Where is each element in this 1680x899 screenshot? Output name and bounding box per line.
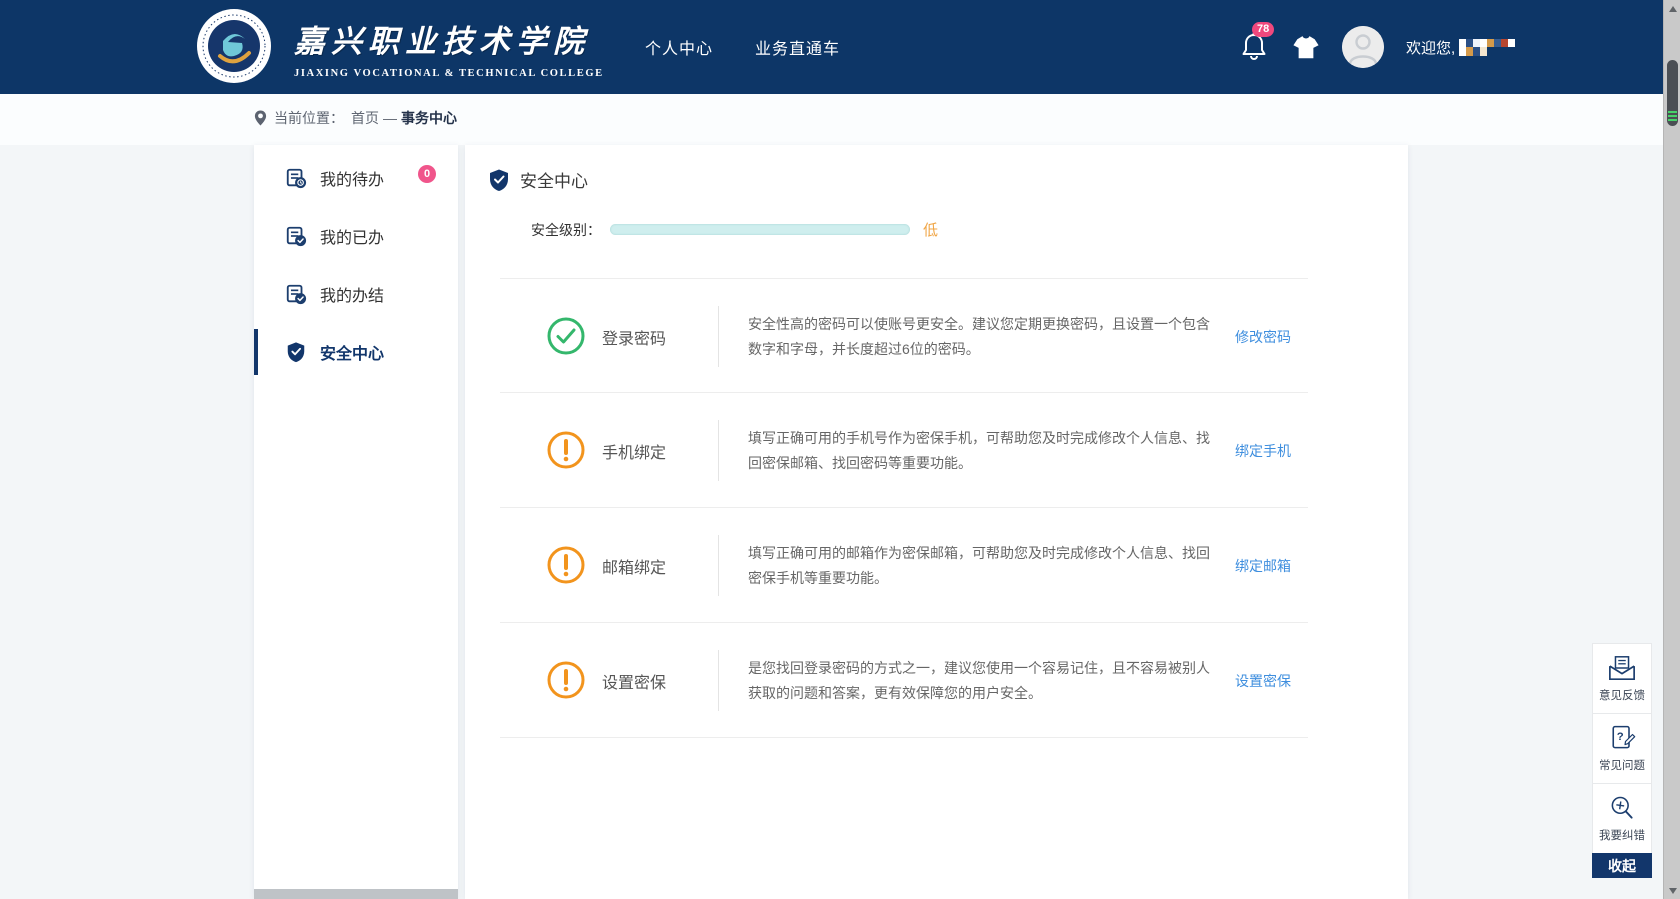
notifications-button[interactable]: 78 [1240, 31, 1270, 63]
faq-button[interactable]: ? 常见问题 [1592, 713, 1652, 783]
success-check-circle-icon [546, 316, 586, 356]
primary-nav: 个人中心 业务直通车 [645, 0, 840, 94]
feedback-envelope-icon [1607, 654, 1637, 682]
tshirt-icon[interactable] [1292, 34, 1320, 60]
scrollbar-thumb[interactable] [1667, 60, 1678, 126]
collapse-toolbar-button[interactable]: 收起 [1592, 853, 1652, 878]
row-divider [718, 535, 719, 596]
college-name-zh: 嘉兴职业技术学院 [294, 16, 604, 61]
top-navbar: 嘉兴职业技术学院 JIAXING VOCATIONAL & TECHNICAL … [0, 0, 1680, 94]
security-row-login-password: 登录密码 安全性高的密码可以使账号更安全。建议您定期更换密码，且设置一个包含数字… [500, 278, 1308, 393]
security-row-email-binding: 邮箱绑定 填写正确可用的邮箱作为密保邮箱，可帮助您及时完成修改个人信息、找回密保… [500, 508, 1308, 623]
breadcrumb-strip [0, 94, 1663, 145]
user-menu[interactable]: 欢迎您, [1406, 37, 1515, 58]
sidebar-item-my-todo[interactable]: 我的待办 0 [254, 149, 458, 207]
done-doc-check-icon [285, 225, 307, 247]
todo-doc-clock-icon [285, 167, 307, 189]
warning-exclamation-circle-icon [546, 430, 586, 470]
sidebar-horizontal-scrollbar[interactable] [254, 889, 458, 899]
sidebar-item-label: 安全中心 [320, 340, 384, 364]
sidebar-item-my-done[interactable]: 我的已办 [254, 207, 458, 265]
page-title: 安全中心 [520, 167, 588, 192]
toolbar-item-label: 意见反馈 [1599, 687, 1645, 703]
college-emblem-icon [196, 8, 272, 84]
change-password-link[interactable]: 修改密码 [1235, 279, 1291, 394]
row-divider [718, 420, 719, 481]
scroll-down-arrow-icon[interactable] [1664, 882, 1680, 899]
breadcrumb-home-link[interactable]: 首页 [351, 108, 379, 128]
security-center-panel: 安全中心 安全级别： 低 登录密码 安全性高的密码可以使账号更安全。建议您定期更… [465, 145, 1408, 899]
navbar-right-cluster: 78 欢迎您, [1240, 0, 1515, 94]
sidebar-item-label: 我的待办 [320, 166, 384, 190]
shield-check-icon [285, 341, 307, 363]
college-name-en: JIAXING VOCATIONAL & TECHNICAL COLLEGE [294, 68, 604, 79]
feedback-button[interactable]: 意见反馈 [1592, 643, 1652, 713]
security-row-security-question: 设置密保 是您找回登录密码的方式之一，建议您使用一个容易记住，且不容易被别人获取… [500, 623, 1308, 738]
college-name-block: 嘉兴职业技术学院 JIAXING VOCATIONAL & TECHNICAL … [294, 16, 604, 79]
error-report-magnifier-icon [1608, 794, 1636, 822]
breadcrumb-label: 当前位置： [274, 108, 344, 128]
security-item-title: 手机绑定 [602, 393, 714, 508]
user-name-redacted [1459, 39, 1515, 56]
todo-count-badge: 0 [418, 165, 436, 183]
security-level-value: 低 [923, 219, 938, 240]
breadcrumb: 当前位置： 首页 — 事务中心 [254, 108, 457, 128]
nav-personal-center[interactable]: 个人中心 [645, 35, 713, 59]
bind-email-link[interactable]: 绑定邮箱 [1235, 508, 1291, 623]
user-avatar[interactable] [1342, 26, 1384, 68]
security-item-description: 填写正确可用的手机号作为密保手机，可帮助您及时完成修改个人信息、找回密保邮箱、找… [748, 393, 1210, 508]
welcome-label: 欢迎您, [1406, 37, 1455, 58]
task-sidebar: 我的待办 0 我的已办 我的办结 [254, 145, 458, 899]
nav-business-express[interactable]: 业务直通车 [755, 35, 840, 59]
faq-document-icon: ? [1608, 724, 1636, 752]
scrollbar-highlight-marks [1668, 111, 1677, 121]
security-row-phone-binding: 手机绑定 填写正确可用的手机号作为密保手机，可帮助您及时完成修改个人信息、找回密… [500, 393, 1308, 508]
security-item-title: 邮箱绑定 [602, 508, 714, 623]
security-item-description: 填写正确可用的邮箱作为密保邮箱，可帮助您及时完成修改个人信息、找回密保手机等重要… [748, 508, 1210, 623]
security-level-bar [610, 224, 910, 235]
breadcrumb-separator: — [383, 110, 397, 126]
svg-text:?: ? [1617, 731, 1624, 743]
security-item-description: 是您找回登录密码的方式之一，建议您使用一个容易记住，且不容易被别人获取的问题和答… [748, 623, 1210, 738]
warning-exclamation-circle-icon [546, 545, 586, 585]
breadcrumb-current: 事务中心 [401, 108, 457, 128]
sidebar-item-my-closed[interactable]: 我的办结 [254, 265, 458, 323]
security-item-description: 安全性高的密码可以使账号更安全。建议您定期更换密码，且设置一个包含数字和字母，并… [748, 279, 1210, 394]
scroll-up-arrow-icon[interactable] [1664, 0, 1680, 17]
page-scrollbar[interactable] [1663, 0, 1680, 899]
row-divider [718, 650, 719, 711]
shield-check-icon [487, 168, 511, 192]
error-report-button[interactable]: 我要纠错 [1592, 783, 1652, 853]
security-items-list: 登录密码 安全性高的密码可以使账号更安全。建议您定期更换密码，且设置一个包含数字… [500, 278, 1308, 738]
security-item-title: 登录密码 [602, 279, 714, 394]
security-center-page: 嘉兴职业技术学院 JIAXING VOCATIONAL & TECHNICAL … [0, 0, 1680, 899]
security-level-label: 安全级别： [531, 220, 601, 240]
sidebar-item-security-center[interactable]: 安全中心 [254, 323, 458, 381]
panel-header: 安全中心 [487, 167, 588, 192]
sidebar-item-label: 我的办结 [320, 282, 384, 306]
college-logo [196, 8, 272, 84]
closed-doc-check-icon [285, 283, 307, 305]
security-level-row: 安全级别： 低 [531, 219, 938, 240]
person-silhouette-icon [1342, 26, 1384, 68]
row-divider [718, 306, 719, 367]
set-security-question-link[interactable]: 设置密保 [1235, 623, 1291, 738]
warning-exclamation-circle-icon [546, 660, 586, 700]
floating-toolbar: 意见反馈 ? 常见问题 我要纠错 收起 [1592, 643, 1652, 878]
toolbar-item-label: 我要纠错 [1599, 827, 1645, 843]
notification-count-badge: 78 [1252, 22, 1274, 37]
sidebar-item-label: 我的已办 [320, 224, 384, 248]
security-item-title: 设置密保 [602, 623, 714, 738]
location-pin-icon [254, 110, 267, 126]
bind-phone-link[interactable]: 绑定手机 [1235, 393, 1291, 508]
toolbar-item-label: 常见问题 [1599, 757, 1645, 773]
